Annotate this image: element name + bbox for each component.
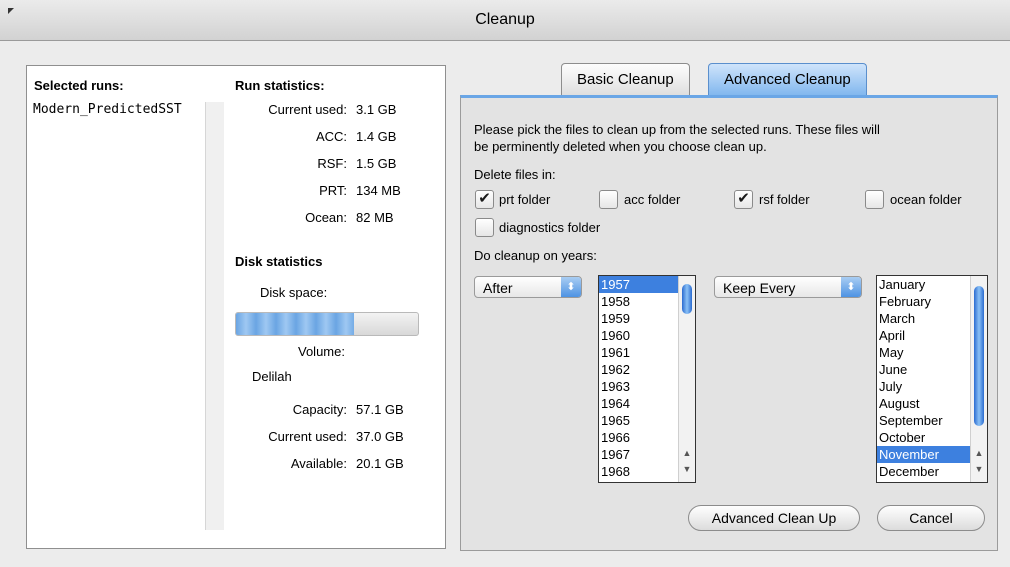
months-listbox[interactable]: January February March April May June July Augu… (876, 275, 988, 483)
delete-files-label: Delete files in: (474, 167, 556, 182)
prt-folder-label: prt folder (499, 192, 551, 207)
disk-stat-value: 37.0 GB (356, 429, 404, 444)
rsf-folder-label: rsf folder (759, 192, 810, 207)
stat-value: 1.4 GB (356, 129, 397, 144)
instructions-line-1: Please pick the files to clean up from t… (474, 122, 880, 137)
disk-statistics-label: Disk statistics (235, 254, 323, 269)
stat-value: 82 MB (356, 210, 394, 225)
rsf-folder-checkbox[interactable]: ✔ (734, 190, 753, 209)
window-corner-icon (8, 8, 14, 14)
disk-stat-label: Available: (290, 456, 347, 471)
years-mode-select[interactable]: After ⬍ (474, 276, 582, 298)
runs-scrollbar[interactable] (205, 102, 224, 530)
run-info-panel: Selected runs: Modern_PredictedSST Run s… (26, 65, 446, 549)
stat-label: Current used: (268, 102, 347, 117)
checkmark-icon: ✔ (737, 190, 750, 207)
years-listbox[interactable]: 1957 1958 1959 1960 1961 1962 1963 1964 1965 1966… (598, 275, 696, 483)
scroll-thumb[interactable] (974, 286, 984, 426)
checkmark-icon: ✔ (478, 190, 491, 207)
stat-value: 3.1 GB (356, 102, 397, 117)
stat-label: ACC: (315, 129, 347, 144)
diagnostics-folder-label: diagnostics folder (499, 220, 601, 235)
scroll-up-arrow-icon[interactable]: ▲ (971, 446, 987, 460)
disk-usage-bar (235, 312, 419, 336)
years-scrollbar[interactable]: ▲ ▼ (678, 276, 695, 482)
updown-arrows-icon: ⬍ (561, 277, 581, 297)
diagnostics-folder-checkbox[interactable] (475, 218, 494, 237)
volume-label: Volume: (298, 344, 345, 359)
keep-mode-value: Keep Every (723, 280, 796, 296)
tab-basic-cleanup[interactable]: Basic Cleanup (561, 63, 690, 96)
disk-stat-label: Capacity: (292, 402, 347, 417)
list-item[interactable]: Modern_PredictedSST (33, 102, 211, 117)
stat-value: 1.5 GB (356, 156, 397, 171)
prt-folder-checkbox[interactable]: ✔ (475, 190, 494, 209)
window-title: Cleanup (475, 11, 535, 28)
acc-folder-label: acc folder (624, 192, 681, 207)
months-scrollbar[interactable]: ▲ ▼ (970, 276, 987, 482)
scroll-up-arrow-icon[interactable]: ▲ (679, 446, 695, 460)
disk-stat-value: 20.1 GB (356, 456, 404, 471)
disk-space-label: Disk space: (260, 285, 328, 300)
ocean-folder-label: ocean folder (890, 192, 962, 207)
selected-runs-list[interactable]: Modern_PredictedSST (33, 102, 211, 530)
cancel-button[interactable]: Cancel (877, 505, 985, 531)
scroll-down-arrow-icon[interactable]: ▼ (679, 462, 695, 476)
advanced-clean-up-button[interactable]: Advanced Clean Up (688, 505, 860, 531)
stat-label: Ocean: (305, 210, 347, 225)
selected-runs-label: Selected runs: (34, 78, 124, 93)
years-mode-value: After (483, 280, 513, 296)
disk-stat-value: 57.1 GB (356, 402, 404, 417)
updown-arrows-icon: ⬍ (841, 277, 861, 297)
disk-stat-label: Current used: (268, 429, 347, 444)
title-bar: Cleanup (0, 0, 1010, 41)
stat-value: 134 MB (356, 183, 401, 198)
volume-name: Delilah (252, 369, 292, 384)
keep-mode-select[interactable]: Keep Every ⬍ (714, 276, 862, 298)
ocean-folder-checkbox[interactable] (865, 190, 884, 209)
stat-label: PRT: (319, 183, 347, 198)
acc-folder-checkbox[interactable] (599, 190, 618, 209)
scroll-down-arrow-icon[interactable]: ▼ (971, 462, 987, 476)
disk-usage-fill (236, 313, 355, 335)
advanced-cleanup-panel: Please pick the files to clean up from t… (460, 95, 998, 551)
scroll-thumb[interactable] (682, 284, 692, 314)
tab-advanced-cleanup[interactable]: Advanced Cleanup (708, 63, 867, 96)
instructions-line-2: be perminently deleted when you choose c… (474, 139, 767, 154)
run-statistics-label: Run statistics: (235, 78, 325, 93)
stat-label: RSF: (317, 156, 347, 171)
cleanup-years-label: Do cleanup on years: (474, 248, 597, 263)
